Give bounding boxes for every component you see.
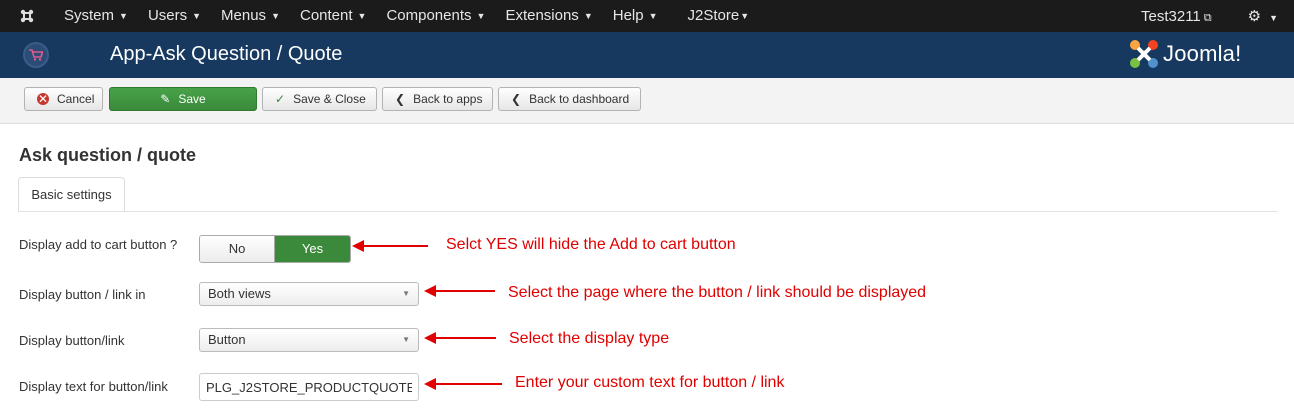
menu-extensions[interactable]: Extensions ▼ <box>495 0 602 32</box>
section-heading: Ask question / quote <box>19 145 197 165</box>
menu-label: System <box>64 7 115 24</box>
button-link-in-label: Display button / link in <box>19 287 146 302</box>
user-link[interactable]: Test3211 ⧉ <box>1141 8 1248 25</box>
annotation-add-to-cart: Selct YES will hide the Add to cart butt… <box>446 236 736 253</box>
button-label: Back to apps <box>413 92 483 106</box>
tab-basic-settings[interactable]: Basic settings <box>18 177 125 212</box>
caret-down-icon: ▼ <box>402 289 410 298</box>
caret-down-icon: ▼ <box>740 11 750 21</box>
add-to-cart-label: Display add to cart button ? <box>19 237 178 252</box>
page-header: App-Ask Question / Quote Joomla! <box>0 32 1294 78</box>
caret-down-icon: ▼ <box>357 11 367 21</box>
button-text-label: Display text for button/link <box>19 379 168 394</box>
annotation-display-page: Select the page where the button / link … <box>508 284 927 301</box>
joomla-brand: Joomla! <box>1128 38 1241 70</box>
gear-icon: ⚙ <box>1247 8 1262 25</box>
menu-system[interactable]: System ▼ <box>54 0 138 32</box>
select-value: Button <box>208 332 246 347</box>
joomla-logo-icon <box>1130 40 1158 68</box>
button-link-select[interactable]: Button ▼ <box>199 328 419 352</box>
menu-help[interactable]: Help ▼ <box>603 0 668 32</box>
chevron-left-icon: ❮ <box>395 92 406 106</box>
menu-label: J2Store <box>687 7 740 24</box>
button-label: Save <box>178 92 206 106</box>
caret-down-icon: ▼ <box>402 335 410 344</box>
button-link-in-select[interactable]: Both views ▼ <box>199 282 419 306</box>
user-name: Test3211 <box>1141 7 1201 25</box>
main-menu: System ▼ Users ▼ Menus ▼ Content ▼ Component… <box>54 0 759 32</box>
caret-down-icon: ▼ <box>119 11 128 21</box>
settings-menu[interactable]: ⚙ ▼ <box>1248 7 1294 25</box>
back-to-dashboard-button[interactable]: ❮ Back to dashboard <box>498 87 641 111</box>
menu-menus[interactable]: Menus ▼ <box>211 0 290 32</box>
cancel-button[interactable]: ✕ Cancel <box>24 87 103 111</box>
menu-j2store[interactable]: J2Store▼ <box>678 0 760 32</box>
external-link-icon: ⧉ <box>1203 11 1212 24</box>
nav-right: Test3211 ⧉ ⚙ ▼ <box>1141 0 1294 32</box>
check-icon: ✓ <box>275 92 286 106</box>
save-button[interactable]: ✎ Save <box>109 87 257 111</box>
annotation-custom-text: Enter your custom text for button / link <box>515 374 785 391</box>
menu-label: Help <box>612 7 644 24</box>
button-label: Cancel <box>57 92 95 106</box>
toggle-yes-option[interactable]: Yes <box>275 236 350 262</box>
menu-users[interactable]: Users ▼ <box>138 0 211 32</box>
caret-down-icon: ▼ <box>271 11 280 21</box>
caret-down-icon: ▼ <box>648 11 658 21</box>
joomla-icon[interactable] <box>0 0 54 32</box>
chevron-left-icon: ❮ <box>511 92 522 106</box>
add-to-cart-toggle: No Yes <box>199 235 351 263</box>
menu-label: Extensions <box>505 7 579 24</box>
edit-icon: ✎ <box>160 92 171 106</box>
toolbar: ✕ Cancel ✎ Save ✓ Save & Close ❮ Back to app… <box>0 78 1294 124</box>
caret-down-icon: ▼ <box>192 11 202 21</box>
save-close-button[interactable]: ✓ Save & Close <box>262 87 377 111</box>
menu-label: Content <box>299 7 353 24</box>
cancel-icon: ✕ <box>37 92 49 106</box>
button-label: Back to dashboard <box>529 92 630 106</box>
annotation-display-type: Select the display type <box>509 330 670 347</box>
caret-down-icon: ▼ <box>1269 13 1278 23</box>
back-to-apps-button[interactable]: ❮ Back to apps <box>382 87 493 111</box>
cart-icon <box>23 42 49 68</box>
page-title: App-Ask Question / Quote <box>110 43 343 65</box>
select-value: Both views <box>208 286 271 301</box>
tab-divider <box>18 211 1278 212</box>
toggle-no-option[interactable]: No <box>200 236 275 262</box>
button-link-label: Display button/link <box>19 333 125 348</box>
button-label: Save & Close <box>293 92 366 106</box>
button-text-input[interactable] <box>199 373 419 401</box>
brand-text: Joomla! <box>1163 41 1242 66</box>
menu-label: Components <box>386 7 472 24</box>
menu-label: Menus <box>221 7 267 24</box>
caret-down-icon: ▼ <box>476 11 486 21</box>
menu-components[interactable]: Components ▼ <box>376 0 495 32</box>
menu-content[interactable]: Content ▼ <box>290 0 376 32</box>
top-navbar: System ▼ Users ▼ Menus ▼ Content ▼ Component… <box>0 0 1294 32</box>
menu-label: Users <box>147 7 188 24</box>
caret-down-icon: ▼ <box>583 11 593 21</box>
